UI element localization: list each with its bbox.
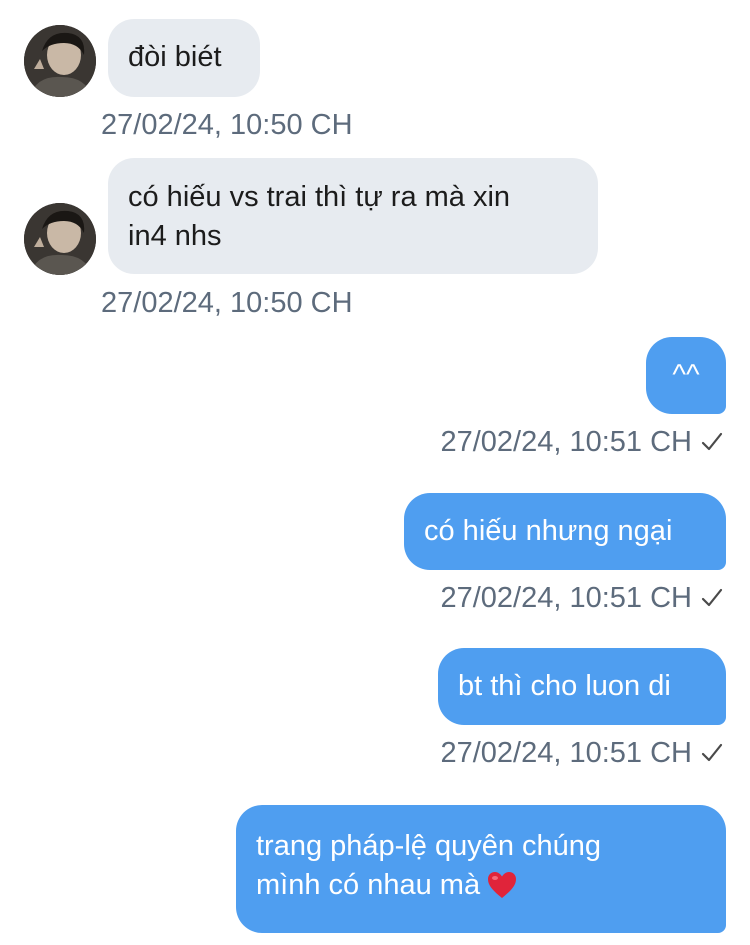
message-timestamp-row: 27/02/24, 10:51 CH	[440, 581, 724, 615]
heart-icon	[488, 872, 517, 898]
message-timestamp: 27/02/24, 10:50 CH	[101, 109, 353, 141]
avatar[interactable]	[24, 25, 96, 97]
message-timestamp: 27/02/24, 10:51 CH	[440, 737, 692, 769]
avatar-photo-icon	[24, 203, 96, 275]
message-text: in4 nhs	[128, 220, 222, 252]
message-timestamp: 27/02/24, 10:51 CH	[440, 426, 692, 458]
message-text: bt thì cho luon di	[458, 670, 671, 702]
message-bubble-incoming[interactable]: có hiếu vs trai thì tự ra mà xin in4 nhs	[108, 158, 598, 274]
message-timestamp: 27/02/24, 10:50 CH	[101, 287, 353, 319]
message-bubble-outgoing[interactable]: ^^	[646, 337, 726, 414]
message-text: có hiếu vs trai thì tự ra mà xin	[128, 181, 511, 213]
message-text: mình có nhau mà	[256, 869, 481, 901]
message-timestamp: 27/02/24, 10:51 CH	[440, 582, 692, 614]
message-bubble-outgoing[interactable]: bt thì cho luon di	[438, 648, 726, 725]
message-timestamp-row: 27/02/24, 10:51 CH	[440, 736, 724, 770]
message-text: trang pháp-lệ quyên chúng	[256, 830, 602, 862]
message-text: ^^	[672, 359, 700, 391]
message-bubble-incoming[interactable]: đòi biét	[108, 19, 260, 97]
message-timestamp-row: 27/02/24, 10:51 CH	[440, 425, 724, 459]
check-icon	[701, 588, 723, 607]
check-icon	[701, 432, 723, 451]
message-bubble-outgoing[interactable]: trang pháp-lệ quyên chúng mình có nhau m…	[236, 805, 726, 933]
message-bubble-outgoing[interactable]: có hiếu nhưng ngại	[404, 493, 726, 570]
message-text: đòi biét	[128, 41, 222, 73]
check-icon	[701, 743, 723, 762]
message-text: có hiếu nhưng ngại	[424, 515, 673, 547]
avatar[interactable]	[24, 203, 96, 275]
avatar-photo-icon	[24, 25, 96, 97]
